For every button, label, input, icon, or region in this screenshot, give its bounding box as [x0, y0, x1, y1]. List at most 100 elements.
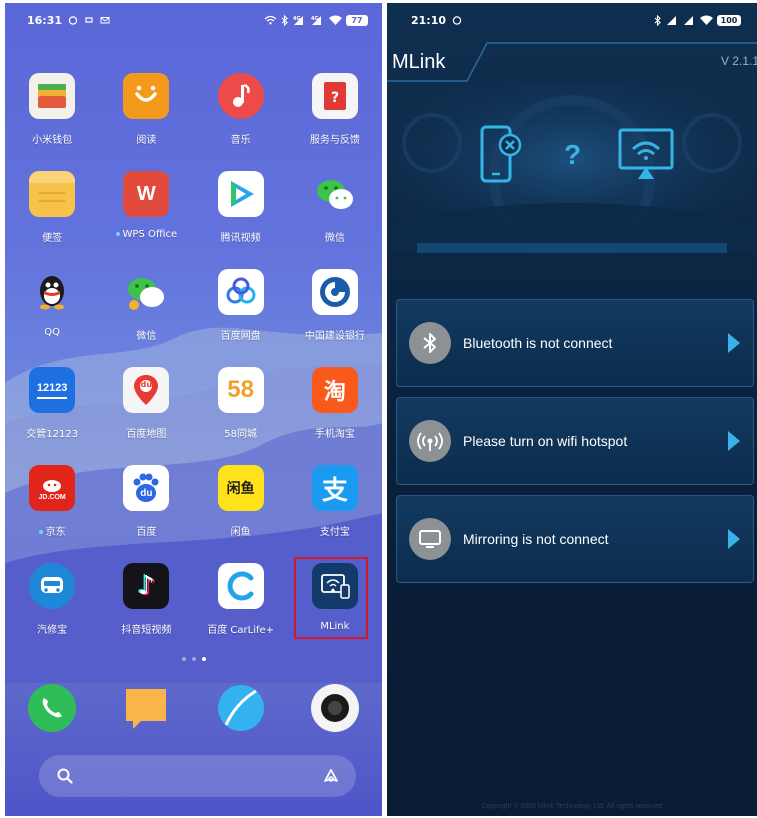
bluetooth-status-row[interactable]: Bluetooth is not connect	[396, 299, 754, 387]
app-label: 阅读	[136, 135, 157, 146]
app-label: WPS Office	[115, 229, 177, 240]
app-ccb[interactable]: 中国建设银行	[288, 269, 382, 367]
dock-messages[interactable]	[99, 683, 193, 733]
app-label: 百度 CarLife+	[207, 625, 275, 636]
chevron-right-icon	[728, 431, 740, 451]
app-label: 闲鱼	[230, 527, 251, 538]
app-label: 服务与反馈	[309, 135, 360, 146]
wechat-icon	[312, 171, 358, 217]
signal-2-icon	[684, 16, 693, 25]
baidu-glyph: du	[140, 488, 153, 499]
app-version: V 2.1.1	[720, 54, 757, 68]
app-service-feedback[interactable]: ? 服务与反馈	[288, 73, 382, 171]
page-dot	[181, 657, 186, 661]
app-label: 百度地图	[126, 429, 167, 440]
app-wechat[interactable]: 微信	[288, 171, 382, 269]
app-label: 中国建设银行	[304, 331, 365, 342]
app-label: 腾讯视频	[220, 233, 261, 244]
question-mark: ?	[564, 139, 582, 170]
new-dot	[38, 530, 43, 534]
baidu-netdisk-icon	[217, 269, 264, 315]
connection-status-banner: ?	[387, 83, 757, 253]
mlink-header: MLink V 2.1.1	[387, 37, 757, 83]
app-music[interactable]: 音乐	[194, 73, 288, 171]
app-notes[interactable]: 便签	[5, 171, 99, 269]
search-bar[interactable]	[39, 755, 356, 797]
app-jd[interactable]: JD.COM 京东	[5, 465, 99, 563]
app-qq[interactable]: QQ	[5, 269, 99, 367]
mail-icon	[100, 17, 110, 24]
app-traffic-12123[interactable]: 12123 交管12123	[5, 367, 99, 465]
new-dot	[115, 232, 120, 236]
app-58[interactable]: 58 58同城	[194, 367, 288, 465]
baidu-map-icon: du	[123, 367, 170, 413]
signal-1-icon	[667, 16, 676, 25]
notes-icon	[29, 171, 76, 217]
app-wps-office[interactable]: W WPS Office	[99, 171, 193, 269]
app-label: 小米钱包	[32, 135, 73, 146]
alipay-icon: 支	[311, 465, 358, 511]
connection-status-list: Bluetooth is not connect Please turn on …	[396, 299, 754, 593]
app-reader[interactable]: 阅读	[99, 73, 193, 171]
app-xianyu[interactable]: 闲鱼 闲鱼	[194, 465, 288, 563]
app-alipay[interactable]: 支 支付宝	[288, 465, 382, 563]
app-taobao[interactable]: 淘 手机淘宝	[288, 367, 382, 465]
phone-disconnected-icon	[480, 125, 522, 183]
page-indicator	[5, 657, 382, 661]
douyin-glyph: ♪	[138, 571, 155, 601]
app-label: 京东	[38, 523, 66, 538]
app-mi-wallet[interactable]: 小米钱包	[5, 73, 99, 171]
app-label: 手机淘宝	[314, 429, 355, 440]
app-baidu-carlife[interactable]: 百度 CarLife+	[194, 563, 288, 661]
status-bar: 21:10 100	[387, 3, 757, 37]
notification-icon	[85, 17, 93, 23]
status-time: 16:31	[27, 13, 63, 27]
dock-camera[interactable]	[288, 683, 382, 733]
58-glyph: 58	[227, 376, 254, 403]
messages-icon	[121, 683, 171, 733]
app-baidu-netdisk[interactable]: 百度网盘	[194, 269, 288, 367]
app-wechat-clone[interactable]: 微信	[99, 269, 193, 367]
mirroring-status-label: Mirroring is not connect	[463, 531, 609, 547]
app-label: 便签	[42, 233, 63, 244]
wifi-hotspot-status-row[interactable]: Please turn on wifi hotspot	[396, 397, 754, 485]
app-douyin[interactable]: ♪ 抖音短视频	[99, 563, 193, 661]
xianyu-glyph: 闲鱼	[226, 481, 255, 497]
app-qixiubao[interactable]: 汽修宝	[5, 563, 99, 661]
app-baidu[interactable]: du 百度	[99, 465, 193, 563]
page-dot	[191, 657, 196, 661]
status-time: 21:10	[411, 13, 447, 27]
app-grid: 小米钱包 阅读 音乐 ? 服务与反馈 便签 W WPS Office 腾讯视频 …	[5, 73, 382, 661]
screen-mirror-wifi-icon	[618, 128, 674, 179]
jd-icon: JD.COM	[29, 465, 76, 511]
app-mlink[interactable]: MLink	[288, 563, 382, 661]
app-label: 微信	[324, 233, 345, 244]
camera-icon	[310, 683, 360, 733]
dock-browser[interactable]	[194, 683, 288, 733]
qq-icon	[29, 269, 75, 315]
music-icon	[217, 73, 264, 119]
bluetooth-status-icon	[281, 14, 288, 26]
svg-text:4G: 4G	[293, 16, 301, 22]
app-tencent-video[interactable]: 腾讯视频	[194, 171, 288, 269]
app-label: 百度网盘	[220, 331, 261, 342]
jd-glyph: JD.COM	[38, 493, 66, 501]
chevron-right-icon	[728, 333, 740, 353]
wallet-icon	[29, 73, 76, 119]
app-label: MLink	[320, 621, 350, 632]
svg-text:?: ?	[331, 90, 339, 106]
wifi-hotspot-icon	[409, 420, 451, 462]
app-baidu-map[interactable]: du 百度地图	[99, 367, 193, 465]
assistant-icon[interactable]	[322, 768, 340, 784]
xianyu-icon: 闲鱼	[217, 465, 264, 511]
battery-indicator: 100	[717, 14, 741, 26]
reader-icon	[123, 73, 170, 119]
bluetooth-icon	[409, 322, 451, 364]
home-screen: 16:31 4G 4G 77 小米钱包 阅读 音乐 ? 服务与反馈 便签 W W…	[5, 3, 382, 816]
mirroring-status-row[interactable]: Mirroring is not connect	[396, 495, 754, 583]
dock-phone[interactable]	[5, 683, 99, 733]
page-dot-active	[201, 657, 206, 661]
wps-icon: W	[123, 171, 170, 217]
bluetooth-status-icon	[654, 14, 661, 26]
app-label: 58同城	[224, 429, 257, 440]
